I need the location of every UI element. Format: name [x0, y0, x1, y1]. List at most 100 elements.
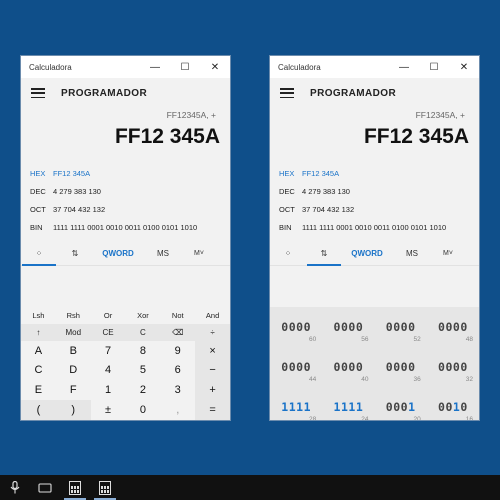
key-clear[interactable]: C: [125, 323, 161, 341]
base-row-dec[interactable]: DEC 4 279 383 130: [270, 182, 479, 200]
base-row-bin[interactable]: BIN 1111 1111 0001 0010 0011 0100 0101 1…: [21, 218, 230, 236]
key-subtract[interactable]: −: [195, 360, 230, 381]
key-8[interactable]: 8: [125, 341, 160, 361]
bit-toggle[interactable]: 0: [289, 320, 296, 334]
bit-toggle[interactable]: 0: [334, 360, 341, 374]
key-f[interactable]: F: [56, 380, 91, 400]
bit-toggle[interactable]: 0: [281, 360, 288, 374]
minimize-button[interactable]: —: [140, 56, 170, 78]
keypad-icon[interactable]: ⁘: [270, 249, 306, 258]
bit-toggle[interactable]: 0: [393, 360, 400, 374]
maximize-button[interactable]: ☐: [170, 56, 200, 78]
key-shift-up[interactable]: ↑: [21, 323, 56, 341]
key-4[interactable]: 4: [91, 360, 126, 380]
key-clear-entry[interactable]: CE: [90, 323, 126, 341]
key-3[interactable]: 3: [160, 380, 195, 400]
memory-store-button[interactable]: MS: [392, 249, 432, 258]
base-row-oct[interactable]: OCT 37 704 432 132: [270, 200, 479, 218]
title-bar[interactable]: Calculadora — ☐ ✕: [21, 56, 230, 78]
bit-toggle[interactable]: 1: [408, 400, 415, 414]
key-negate[interactable]: ±: [91, 400, 126, 420]
key-or[interactable]: Or: [90, 307, 126, 324]
bit-toggle[interactable]: 1: [356, 400, 363, 414]
key-decimal[interactable]: ,: [160, 400, 195, 420]
key-6[interactable]: 6: [160, 360, 195, 380]
word-size-button[interactable]: QWORD: [342, 249, 392, 258]
calculator-taskbar-icon-1[interactable]: [60, 475, 90, 500]
word-size-button[interactable]: QWORD: [93, 249, 143, 258]
key-5[interactable]: 5: [125, 360, 160, 380]
bit-toggle-icon[interactable]: ⇅: [306, 249, 342, 258]
bit-toggle[interactable]: 0: [460, 320, 467, 334]
bit-toggle[interactable]: 0: [401, 400, 408, 414]
key-a[interactable]: A: [21, 341, 56, 361]
bit-toggle[interactable]: 0: [393, 320, 400, 334]
bit-toggle[interactable]: 0: [348, 320, 355, 334]
key-mod[interactable]: Mod: [55, 323, 91, 341]
memory-store-button[interactable]: MS: [143, 249, 183, 258]
key-2[interactable]: 2: [125, 380, 160, 400]
bit-toggle[interactable]: 0: [408, 320, 415, 334]
bit-toggle[interactable]: 1: [304, 400, 311, 414]
key-9[interactable]: 9: [160, 341, 195, 361]
key-1[interactable]: 1: [91, 380, 126, 400]
bit-toggle[interactable]: 0: [356, 320, 363, 334]
base-row-hex[interactable]: HEX FF12 345A: [21, 164, 230, 182]
title-bar[interactable]: Calculadora — ☐ ✕: [270, 56, 479, 78]
bit-toggle[interactable]: 0: [356, 360, 363, 374]
maximize-button[interactable]: ☐: [419, 56, 449, 78]
key-equals[interactable]: =: [195, 400, 230, 420]
key-xor[interactable]: Xor: [125, 307, 161, 324]
key-e[interactable]: E: [21, 380, 56, 400]
bit-toggle[interactable]: 0: [401, 320, 408, 334]
bit-toggle[interactable]: 0: [445, 400, 452, 414]
bit-toggle[interactable]: 0: [304, 360, 311, 374]
key-d[interactable]: D: [56, 360, 91, 380]
microphone-icon[interactable]: [0, 475, 30, 500]
bit-toggle[interactable]: 0: [334, 320, 341, 334]
task-view-icon[interactable]: [30, 475, 60, 500]
key-rsh[interactable]: Rsh: [55, 307, 91, 324]
hamburger-menu-icon[interactable]: [280, 88, 294, 98]
close-button[interactable]: ✕: [449, 56, 479, 78]
close-button[interactable]: ✕: [200, 56, 230, 78]
bit-toggle[interactable]: 1: [289, 400, 296, 414]
base-row-dec[interactable]: DEC 4 279 383 130: [21, 182, 230, 200]
bit-toggle[interactable]: 0: [393, 400, 400, 414]
memory-list-button[interactable]: M˅: [432, 250, 464, 257]
bit-toggle[interactable]: 0: [296, 320, 303, 334]
bit-toggle[interactable]: 0: [348, 360, 355, 374]
key-multiply[interactable]: ×: [195, 340, 230, 361]
bit-toggle[interactable]: 0: [289, 360, 296, 374]
key-open-paren[interactable]: (: [21, 400, 56, 420]
bit-toggle[interactable]: 1: [296, 400, 303, 414]
bit-toggle[interactable]: 1: [348, 400, 355, 414]
base-row-hex[interactable]: HEX FF12 345A: [270, 164, 479, 182]
key-b[interactable]: B: [56, 341, 91, 361]
key-not[interactable]: Not: [160, 307, 196, 324]
bit-toggle[interactable]: 0: [304, 320, 311, 334]
base-row-bin[interactable]: BIN 1111 1111 0001 0010 0011 0100 0101 1…: [270, 218, 479, 236]
bit-toggle[interactable]: 0: [408, 360, 415, 374]
bit-toggle[interactable]: 1: [334, 400, 341, 414]
bit-toggle[interactable]: 0: [460, 360, 467, 374]
key-add[interactable]: +: [195, 380, 230, 401]
keypad-icon[interactable]: ⁘: [21, 249, 57, 258]
calculator-taskbar-icon-2[interactable]: [90, 475, 120, 500]
key-and[interactable]: And: [195, 307, 230, 324]
hamburger-menu-icon[interactable]: [31, 88, 45, 98]
bit-toggle[interactable]: 0: [445, 360, 452, 374]
bit-toggle[interactable]: 0: [445, 320, 452, 334]
bit-toggle[interactable]: 0: [401, 360, 408, 374]
base-row-oct[interactable]: OCT 37 704 432 132: [21, 200, 230, 218]
key-7[interactable]: 7: [91, 341, 126, 361]
key-divide[interactable]: ÷: [195, 323, 230, 341]
key-lsh[interactable]: Lsh: [21, 307, 56, 324]
minimize-button[interactable]: —: [389, 56, 419, 78]
key-c[interactable]: C: [21, 360, 56, 380]
bit-toggle-icon[interactable]: ⇅: [57, 249, 93, 258]
key-close-paren[interactable]: ): [55, 400, 91, 420]
bit-toggle[interactable]: 0: [281, 320, 288, 334]
bit-toggle[interactable]: 1: [281, 400, 288, 414]
bit-toggle[interactable]: 0: [460, 400, 467, 414]
